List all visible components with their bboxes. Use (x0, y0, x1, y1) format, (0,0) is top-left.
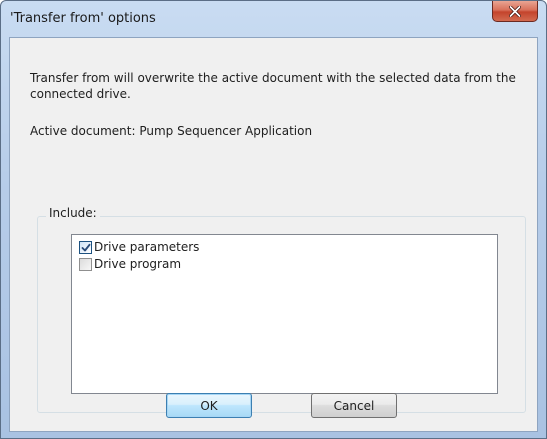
drive-program-checkbox[interactable] (79, 257, 92, 271)
dialog-client-area: Transfer from will overwrite the active … (9, 37, 538, 432)
include-group-label: Include: (46, 206, 100, 220)
title-bar[interactable]: 'Transfer from' options (1, 1, 546, 37)
drive-parameters-label: Drive parameters (94, 240, 200, 254)
ok-button[interactable]: OK (166, 393, 252, 418)
list-item-drive-parameters[interactable]: Drive parameters (79, 239, 199, 255)
cancel-button[interactable]: Cancel (311, 393, 397, 418)
drive-parameters-checkbox[interactable] (79, 240, 92, 254)
list-item-drive-program[interactable]: Drive program (79, 256, 181, 272)
close-icon (509, 5, 521, 17)
description-text: Transfer from will overwrite the active … (30, 71, 516, 101)
include-checklist[interactable]: Drive parameters Drive program (71, 234, 498, 394)
close-button[interactable] (492, 1, 538, 22)
window-title: 'Transfer from' options (10, 11, 156, 26)
drive-program-label: Drive program (94, 257, 182, 271)
checkmark-icon (81, 243, 91, 251)
active-document-text: Active document: Pump Sequencer Applicat… (30, 124, 313, 138)
dialog-window: 'Transfer from' options Transfer from wi… (0, 0, 547, 439)
